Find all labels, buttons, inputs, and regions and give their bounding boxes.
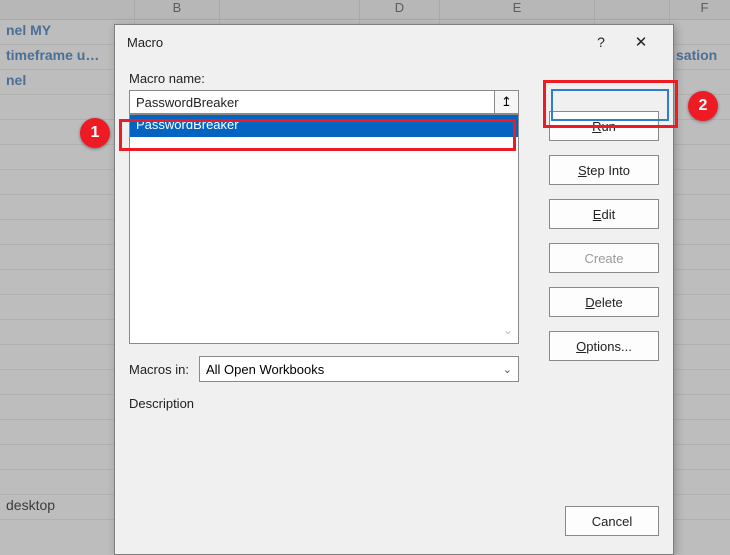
chevron-down-icon: ⌄ — [503, 363, 512, 376]
macro-name-label: Macro name: — [129, 71, 659, 86]
dialog-title: Macro — [127, 35, 581, 50]
step-into-button[interactable]: Step Into — [549, 155, 659, 185]
macro-dialog: Macro ? ✕ Macro name: ↥ PasswordBreaker … — [114, 24, 674, 555]
delete-button[interactable]: Delete — [549, 287, 659, 317]
macros-in-value: All Open Workbooks — [206, 362, 324, 377]
edit-button[interactable]: Edit — [549, 199, 659, 229]
scroll-down-icon[interactable]: ⌄ — [503, 323, 517, 337]
arrow-up-icon: ↥ — [501, 94, 512, 110]
run-button[interactable]: Run — [549, 111, 659, 141]
annotation-badge-1: 1 — [80, 118, 110, 148]
macro-listbox[interactable]: PasswordBreaker ⌄ — [129, 114, 519, 344]
annotation-badge-2: 2 — [688, 91, 718, 121]
close-button[interactable]: ✕ — [621, 33, 661, 51]
help-button[interactable]: ? — [581, 34, 621, 50]
macros-in-label: Macros in: — [129, 362, 189, 377]
collapse-dialog-button[interactable]: ↥ — [495, 90, 519, 114]
description-label: Description — [129, 396, 659, 411]
titlebar: Macro ? ✕ — [115, 25, 673, 59]
macros-in-combo[interactable]: All Open Workbooks ⌄ — [199, 356, 519, 382]
create-button: Create — [549, 243, 659, 273]
options-button[interactable]: Options... — [549, 331, 659, 361]
macro-list-item[interactable]: PasswordBreaker — [130, 115, 518, 137]
macro-name-input[interactable] — [129, 90, 495, 114]
cancel-button[interactable]: Cancel — [565, 506, 659, 536]
